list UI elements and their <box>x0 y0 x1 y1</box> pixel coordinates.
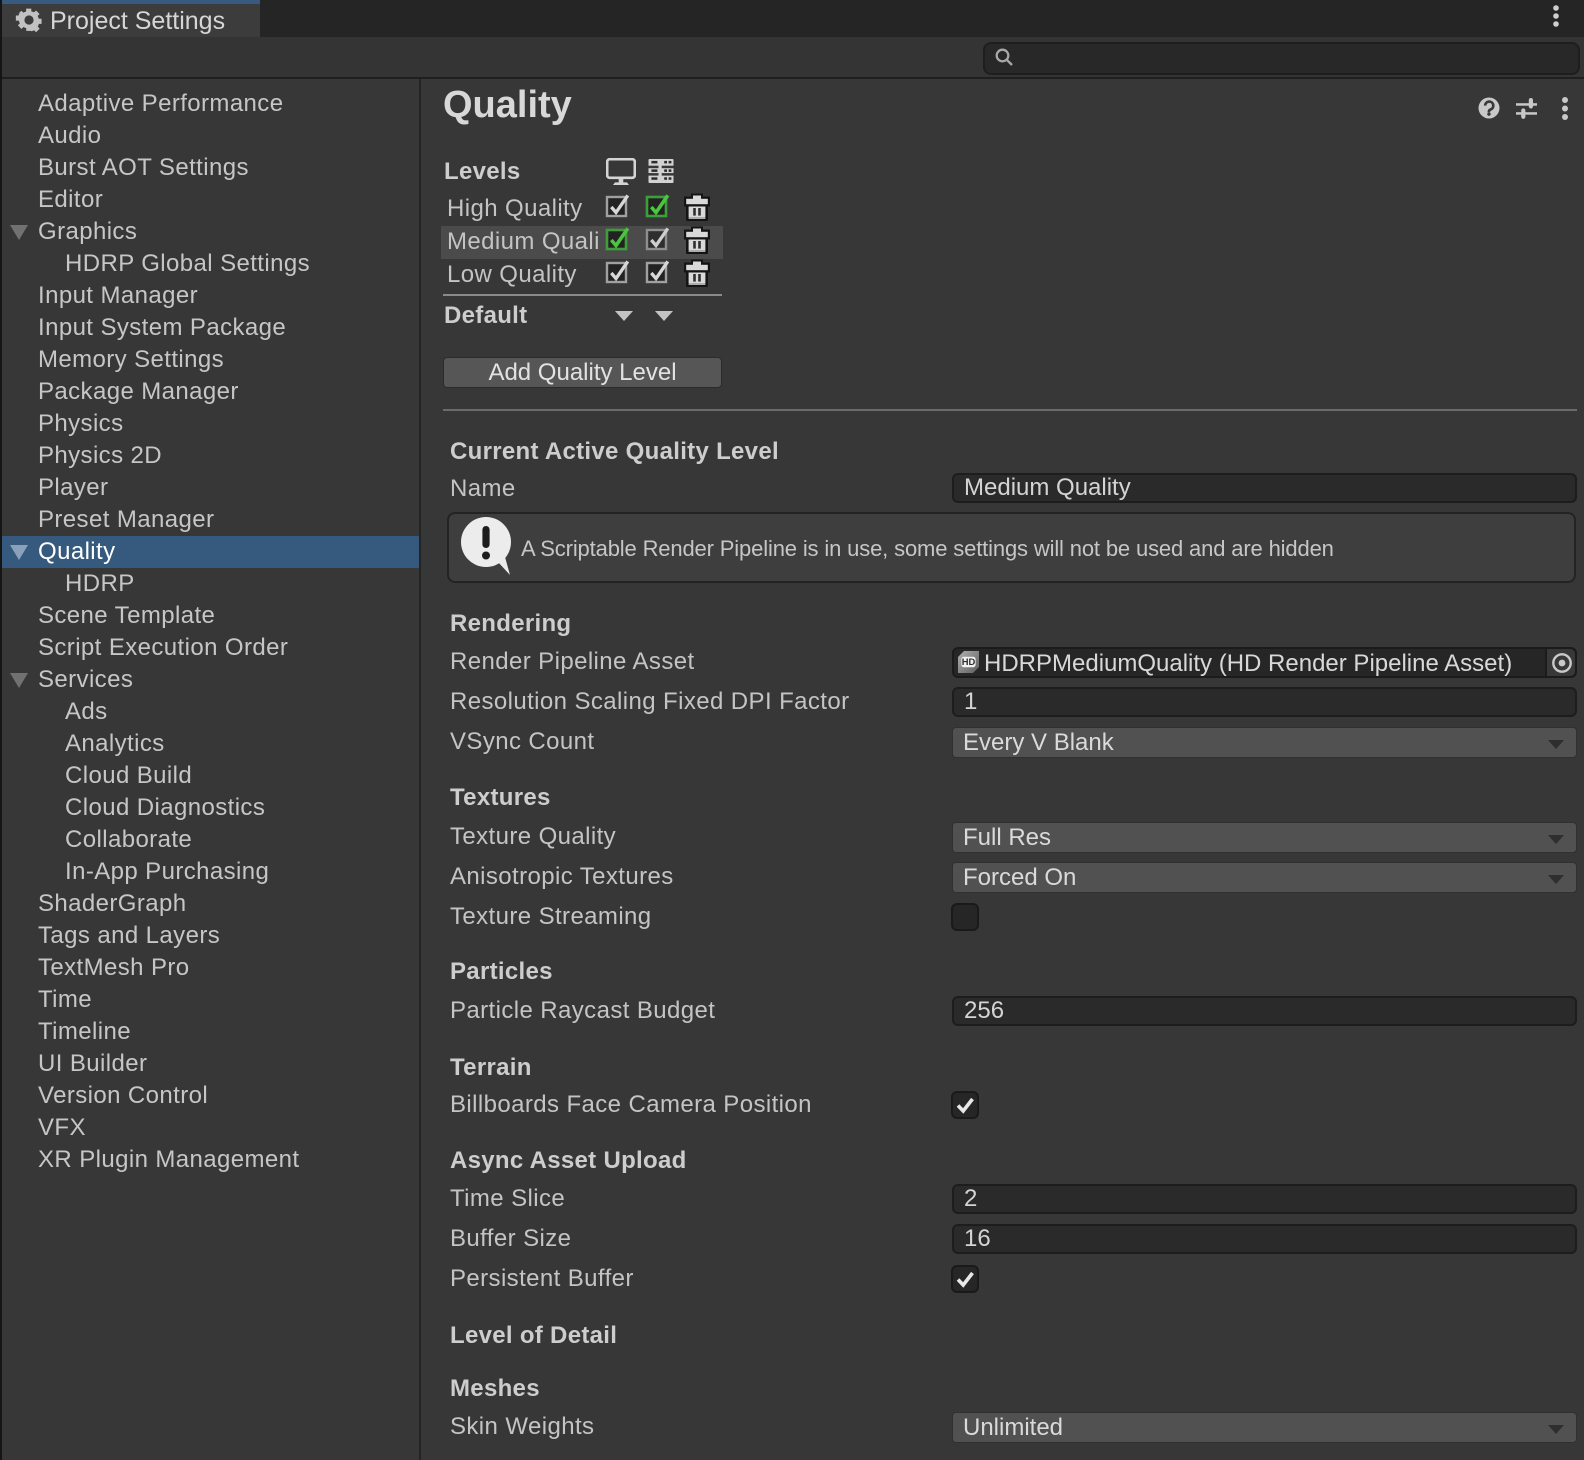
svg-text:HD: HD <box>962 656 976 667</box>
